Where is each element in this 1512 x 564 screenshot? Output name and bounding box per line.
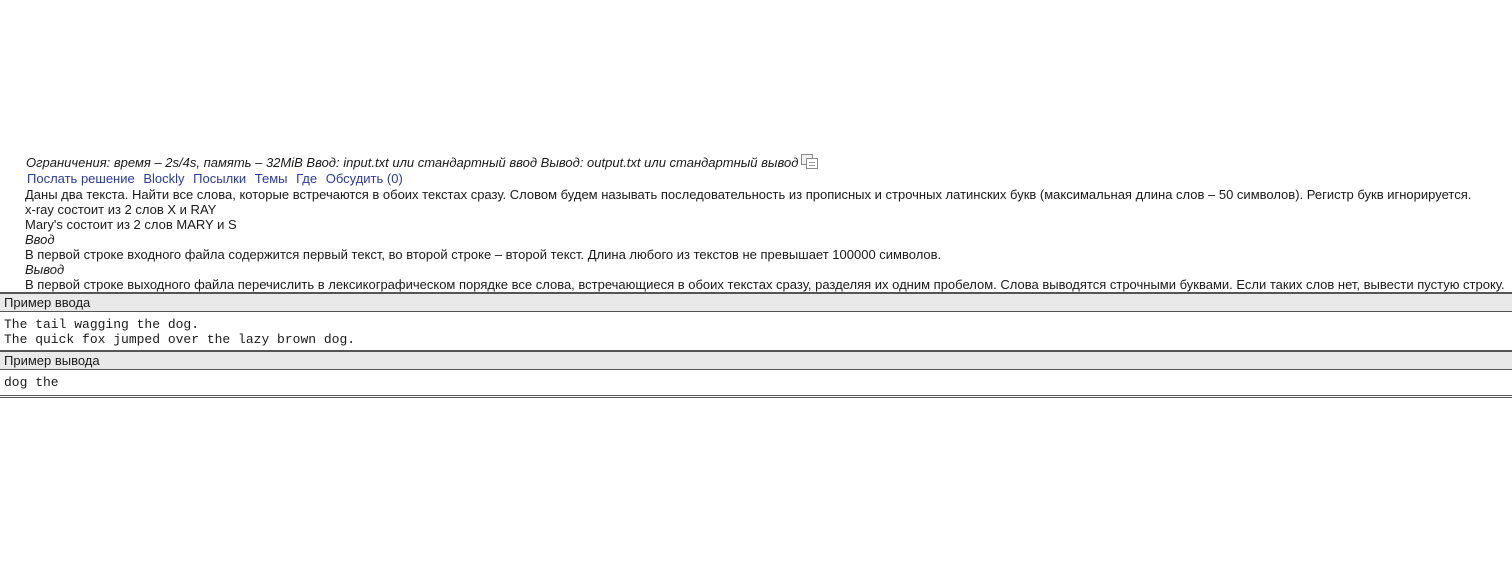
submissions-link[interactable]: Посылки <box>193 171 246 186</box>
sample-input-block: The tail wagging the dog. The quick fox j… <box>0 312 1512 350</box>
sample-input-title: Пример ввода <box>0 292 1512 312</box>
sample-divider <box>0 395 1512 398</box>
where-link[interactable]: Где <box>296 171 317 186</box>
output-description: В первой строке выходного файла перечисл… <box>25 277 1505 292</box>
limits-text: Ограничения: время – 2s/4s, память – 32M… <box>26 155 799 170</box>
input-description: В первой строке входного файла содержитс… <box>25 247 942 262</box>
submit-solution-link[interactable]: Послать решение <box>27 171 135 186</box>
statement-description: Даны два текста. Найти все слова, которы… <box>25 187 1472 202</box>
sample-input-line: The quick fox jumped over the lazy brown… <box>4 332 356 347</box>
statement-example-1: x-ray состоит из 2 слов X и RAY <box>25 202 217 217</box>
copy-icon[interactable] <box>801 154 819 169</box>
sample-output-block: dog the <box>0 370 1512 395</box>
topics-link[interactable]: Темы <box>255 171 288 186</box>
limits-line: Ограничения: время – 2s/4s, память – 32M… <box>0 154 1512 171</box>
problem-links: Послать решение Blockly Посылки Темы Где… <box>0 171 1512 187</box>
problem-statement: Ограничения: время – 2s/4s, память – 32M… <box>0 154 1512 398</box>
statement-body: Даны два текста. Найти все слова, которы… <box>0 187 1512 292</box>
sample-output-title: Пример вывода <box>0 350 1512 370</box>
output-heading: Вывод <box>25 262 65 277</box>
blockly-link[interactable]: Blockly <box>143 171 184 186</box>
sample-input-line: The tail wagging the dog. <box>4 317 200 332</box>
sample-output-line: dog the <box>4 375 59 390</box>
discuss-link[interactable]: Обсудить (0) <box>326 171 403 186</box>
statement-example-2: Mary's состоит из 2 слов MARY и S <box>25 217 237 232</box>
input-heading: Ввод <box>25 232 55 247</box>
